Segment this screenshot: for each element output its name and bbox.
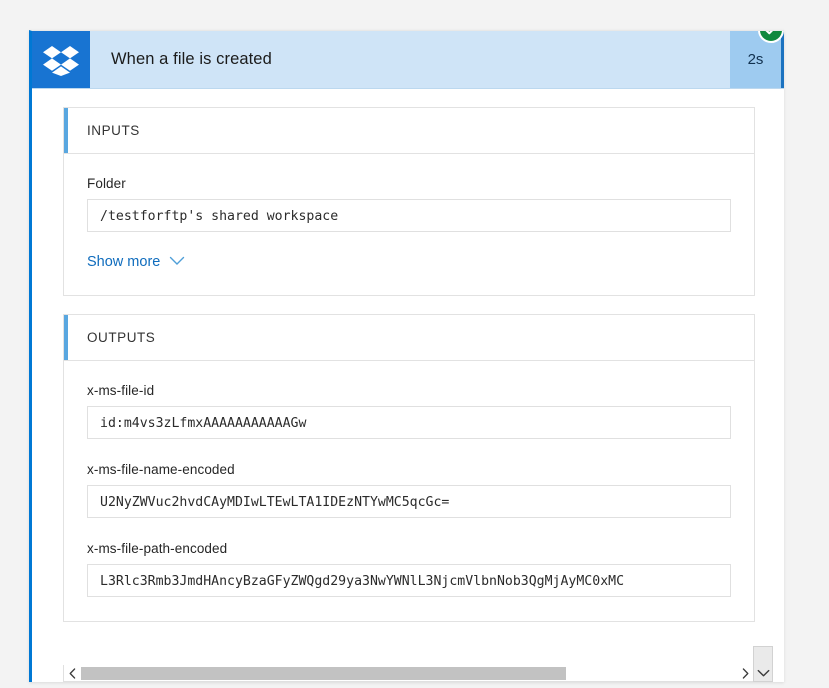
output-field-value[interactable]: L3Rlc3Rmb3JmdHAncyBzaGFyZWQgd29ya3NwYWNl… <box>87 564 731 597</box>
inputs-content: Folder /testforftp's shared workspace Sh… <box>64 154 754 295</box>
output-field-value[interactable]: id:m4vs3zLfmxAAAAAAAAAAAGw <box>87 406 731 439</box>
dropbox-icon <box>32 31 90 88</box>
scroll-down-button[interactable] <box>753 646 773 682</box>
input-field-label: Folder <box>87 176 126 191</box>
output-field-label: x-ms-file-id <box>87 383 155 398</box>
output-field-value[interactable]: U2NyZWVuc2hvdCAyMDIwLTEwLTA1IDEzNTYwMC5q… <box>87 485 731 518</box>
horizontal-scroll-thumb[interactable] <box>81 666 567 680</box>
outputs-title: OUTPUTS <box>87 330 156 345</box>
output-field-file-name-encoded: x-ms-file-name-encoded U2NyZWVuc2hvdCAyM… <box>87 462 731 518</box>
action-title: When a file is created <box>111 50 272 68</box>
action-card: When a file is created 2s INPUTS Folder … <box>29 30 784 682</box>
chevron-right-icon[interactable] <box>737 666 754 681</box>
output-field-file-path-encoded: x-ms-file-path-encoded L3Rlc3Rmb3JmdHAnc… <box>87 541 731 597</box>
outputs-content: x-ms-file-id id:m4vs3zLfmxAAAAAAAAAAAGw … <box>64 361 754 621</box>
chevron-down-icon <box>169 254 185 270</box>
outputs-section: OUTPUTS x-ms-file-id id:m4vs3zLfmxAAAAAA… <box>63 314 755 622</box>
horizontal-scroll-track[interactable] <box>81 665 737 681</box>
output-field-label: x-ms-file-name-encoded <box>87 462 235 477</box>
show-more-label: Show more <box>87 254 161 270</box>
chevron-left-icon[interactable] <box>64 666 81 681</box>
outputs-section-header: OUTPUTS <box>64 315 754 361</box>
output-field-file-id: x-ms-file-id id:m4vs3zLfmxAAAAAAAAAAAGw <box>87 383 731 439</box>
action-card-body: INPUTS Folder /testforftp's shared works… <box>32 107 784 622</box>
input-field-value[interactable]: /testforftp's shared workspace <box>87 199 731 232</box>
horizontal-scrollbar[interactable] <box>63 665 755 682</box>
action-card-header[interactable]: When a file is created 2s <box>32 31 784 89</box>
show-more-link[interactable]: Show more <box>87 254 185 270</box>
inputs-section-header: INPUTS <box>64 108 754 154</box>
output-field-label: x-ms-file-path-encoded <box>87 541 228 556</box>
inputs-section: INPUTS Folder /testforftp's shared works… <box>63 107 755 296</box>
input-field-folder: Folder /testforftp's shared workspace <box>87 176 731 232</box>
inputs-title: INPUTS <box>87 123 140 138</box>
